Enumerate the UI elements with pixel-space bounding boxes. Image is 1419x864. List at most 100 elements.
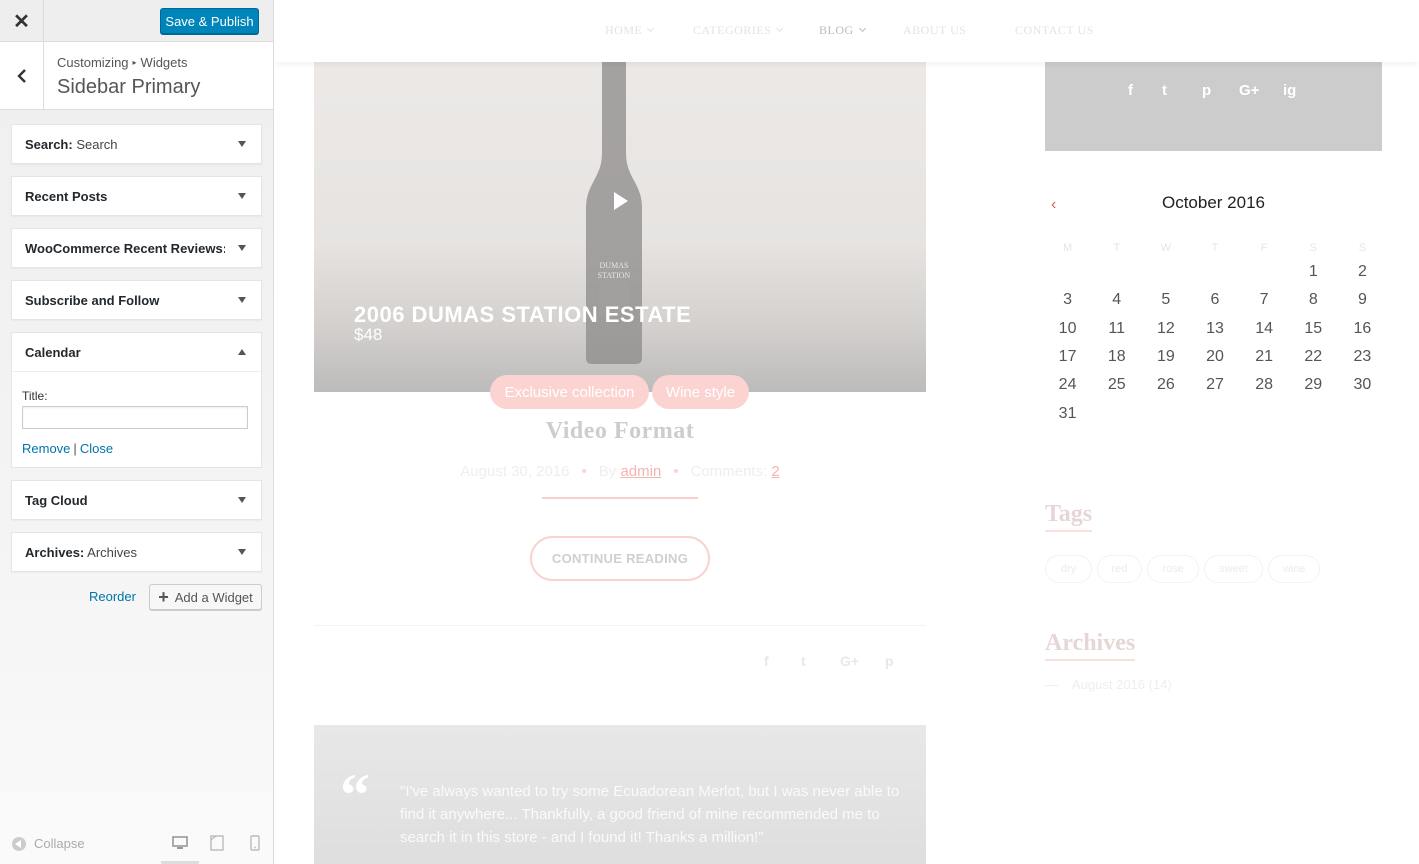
chevron-down-icon bbox=[776, 24, 784, 33]
calendar-day: 16 bbox=[1353, 319, 1372, 337]
tags-title: Tags bbox=[1045, 501, 1093, 532]
google-plus-icon[interactable]: G+ bbox=[1239, 82, 1259, 99]
calendar-table: MTWTFSS 1 2 3 4 5 6 7 8 9 10 11 12 13 14 15 16 17 18 19 20 2… bbox=[1043, 238, 1387, 428]
category-pill[interactable]: Wine style bbox=[652, 375, 749, 409]
widget-subscribe-follow[interactable]: Subscribe and Follow bbox=[11, 280, 262, 320]
post-author-link[interactable]: admin bbox=[620, 463, 661, 480]
calendar-day: 10 bbox=[1058, 319, 1077, 337]
calendar-day: 26 bbox=[1156, 376, 1175, 394]
post-title[interactable]: Video Format bbox=[314, 418, 926, 445]
tag-pill[interactable]: rose bbox=[1147, 555, 1199, 583]
weekday-header: T bbox=[1211, 242, 1219, 254]
weekday-header: T bbox=[1113, 242, 1121, 254]
nav-contact-us[interactable]: CONTACT US bbox=[1015, 23, 1094, 38]
nav-home[interactable]: HOME bbox=[605, 23, 655, 38]
expand-arrow-icon[interactable] bbox=[238, 193, 246, 199]
tag-pill[interactable]: red bbox=[1097, 555, 1142, 583]
calendar-day: 19 bbox=[1156, 348, 1175, 366]
title-input[interactable] bbox=[22, 406, 248, 429]
widget-title: Calendar bbox=[25, 345, 81, 360]
expand-arrow-icon[interactable] bbox=[238, 549, 246, 555]
chevron-down-icon bbox=[858, 24, 866, 33]
video-player[interactable]: DUMAS STATION 2006 DUMAS STATION ESTATE … bbox=[314, 62, 926, 392]
widget-search[interactable]: Search: Search bbox=[11, 124, 262, 164]
continue-reading-button[interactable]: CONTINUE READING bbox=[530, 536, 710, 581]
calendar-empty-cell bbox=[1190, 258, 1239, 286]
calendar-day: 5 bbox=[1161, 291, 1171, 309]
category-pill[interactable]: Exclusive collection bbox=[490, 375, 649, 409]
collapse-arrow-icon bbox=[12, 836, 26, 851]
archives-title: Archives bbox=[1045, 630, 1136, 661]
pinterest-icon[interactable]: p bbox=[1202, 82, 1211, 99]
nav-blog[interactable]: BLOG bbox=[819, 23, 866, 38]
calendar-empty-cell bbox=[1240, 399, 1289, 427]
subscribe-follow-box: f t p G+ ig bbox=[1045, 62, 1382, 151]
post-comments-link[interactable]: 2 bbox=[771, 463, 779, 480]
reorder-link[interactable]: Reorder bbox=[89, 589, 136, 604]
widget-subtitle: Archives bbox=[84, 545, 137, 560]
tablet-icon[interactable] bbox=[210, 835, 224, 851]
calendar-week: 17 18 19 20 21 22 23 bbox=[1043, 343, 1387, 371]
calendar-empty-cell bbox=[1338, 399, 1387, 427]
calendar-day: 13 bbox=[1206, 319, 1224, 337]
twitter-icon[interactable]: t bbox=[1162, 82, 1167, 99]
expand-arrow-icon[interactable] bbox=[238, 497, 246, 503]
google-plus-icon[interactable]: G+ bbox=[840, 653, 859, 669]
calendar-day: 1 bbox=[1308, 263, 1318, 281]
desktop-icon[interactable] bbox=[172, 835, 188, 851]
close-icon[interactable]: ✕ bbox=[0, 0, 44, 42]
calendar-empty-cell bbox=[1043, 258, 1092, 286]
archive-link[interactable]: — August 2016 (14) bbox=[1045, 677, 1172, 692]
widget-title: WooCommerce Recent Reviews: ... bbox=[25, 241, 225, 256]
instagram-icon[interactable]: ig bbox=[1283, 82, 1296, 99]
pinterest-icon[interactable]: p bbox=[885, 653, 894, 669]
calendar-day: 25 bbox=[1107, 376, 1126, 394]
quote-text: "I've always wanted to try some Ecuadore… bbox=[400, 783, 900, 846]
close-link[interactable]: Close bbox=[80, 441, 113, 456]
customizer-footer: Collapse bbox=[0, 824, 274, 864]
calendar-day: 29 bbox=[1304, 376, 1323, 394]
twitter-icon[interactable]: t bbox=[801, 653, 806, 669]
save-publish-button[interactable]: Save & Publish bbox=[160, 8, 259, 34]
expand-arrow-icon[interactable] bbox=[238, 297, 246, 303]
play-icon[interactable] bbox=[614, 192, 628, 210]
mobile-icon[interactable] bbox=[250, 835, 260, 851]
widget-calendar[interactable]: Calendar bbox=[11, 332, 262, 372]
facebook-icon[interactable]: f bbox=[764, 653, 769, 669]
back-arrow-icon[interactable] bbox=[0, 42, 44, 109]
remove-link[interactable]: Remove bbox=[22, 441, 70, 456]
calendar-day: 20 bbox=[1206, 348, 1224, 366]
tag-pill[interactable]: wine bbox=[1268, 555, 1320, 583]
expand-arrow-icon[interactable] bbox=[238, 141, 246, 147]
nav-about-us[interactable]: ABOUT US bbox=[903, 23, 966, 38]
customizer-sidebar: ✕ Save & Publish Customizing ▸ Widgets Sid… bbox=[0, 0, 274, 864]
share-divider bbox=[314, 625, 926, 626]
tag-pill[interactable]: dry bbox=[1045, 555, 1092, 583]
calendar-day: 17 bbox=[1058, 348, 1077, 366]
calendar-day: 9 bbox=[1357, 291, 1367, 309]
plus-icon: + bbox=[158, 587, 169, 607]
calendar-day: 21 bbox=[1255, 348, 1274, 366]
widget-archives[interactable]: Archives: Archives bbox=[11, 532, 262, 572]
tag-pill[interactable]: sweet bbox=[1204, 555, 1263, 583]
calendar-day: 2 bbox=[1357, 263, 1367, 281]
collapse-arrow-icon[interactable] bbox=[238, 349, 246, 355]
facebook-icon[interactable]: f bbox=[1128, 82, 1133, 99]
nav-categories[interactable]: CATEGORIES bbox=[693, 23, 784, 38]
calendar-day: 8 bbox=[1308, 291, 1318, 309]
chevron-down-icon bbox=[647, 24, 655, 33]
post-comments-label: Comments: bbox=[690, 463, 768, 480]
collapse-button[interactable]: Collapse bbox=[12, 836, 85, 851]
calendar-day: 11 bbox=[1108, 319, 1126, 337]
widget-tag-cloud[interactable]: Tag Cloud bbox=[11, 480, 262, 520]
widget-recent-posts[interactable]: Recent Posts bbox=[11, 176, 262, 216]
add-widget-button[interactable]: + Add a Widget bbox=[149, 584, 262, 610]
expand-arrow-icon[interactable] bbox=[238, 245, 246, 251]
post-by: By bbox=[598, 463, 617, 480]
calendar-day: 15 bbox=[1304, 319, 1323, 337]
site-preview: HOME CATEGORIES BLOG ABOUT US CONTACT US… bbox=[274, 0, 1419, 864]
calendar-empty-cell bbox=[1141, 399, 1190, 427]
widget-woocommerce-recent-reviews[interactable]: WooCommerce Recent Reviews: ... bbox=[11, 228, 262, 268]
post-date: August 30, 2016 bbox=[460, 463, 570, 480]
post-divider bbox=[542, 497, 698, 499]
